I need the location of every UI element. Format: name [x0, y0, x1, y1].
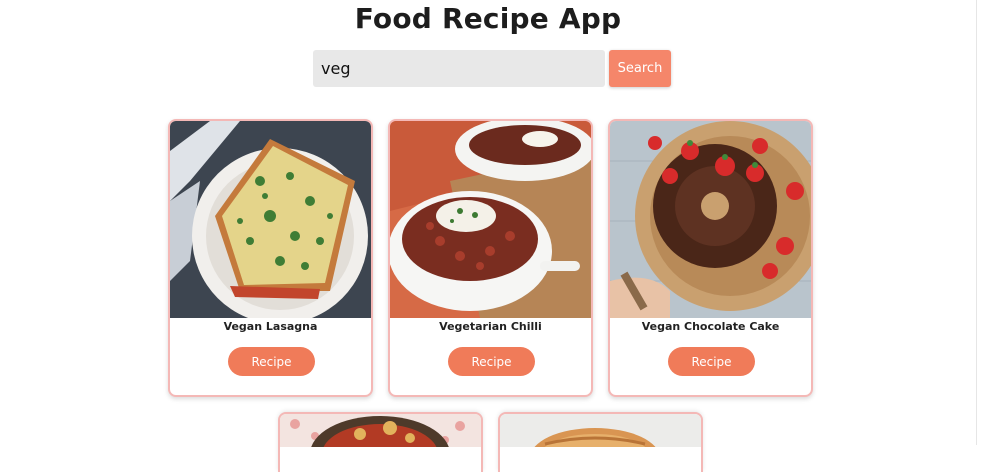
recipe-button[interactable]: Recipe [668, 347, 755, 376]
recipe-card: Vegan Lasagna Recipe [168, 119, 373, 397]
recipe-image [610, 121, 811, 318]
recipe-title: Vegan Lasagna [223, 320, 318, 333]
recipe-card [278, 412, 483, 472]
recipe-title: Vegan Chocolate Cake [641, 320, 780, 333]
recipe-card: Vegetarian Chilli Recipe [388, 119, 593, 397]
search-input[interactable] [313, 50, 605, 87]
page-title: Food Recipe App [354, 2, 622, 35]
recipe-title: Vegetarian Chilli [439, 320, 542, 333]
recipe-image [390, 121, 591, 318]
recipe-button[interactable]: Recipe [228, 347, 315, 376]
scrollbar-track[interactable] [976, 0, 988, 445]
recipe-card [498, 412, 703, 472]
recipe-card: Vegan Chocolate Cake Recipe [608, 119, 813, 397]
recipe-button[interactable]: Recipe [448, 347, 535, 376]
recipe-image [280, 414, 481, 447]
recipe-image [500, 414, 701, 447]
recipe-image [170, 121, 371, 318]
search-button[interactable]: Search [609, 50, 671, 87]
